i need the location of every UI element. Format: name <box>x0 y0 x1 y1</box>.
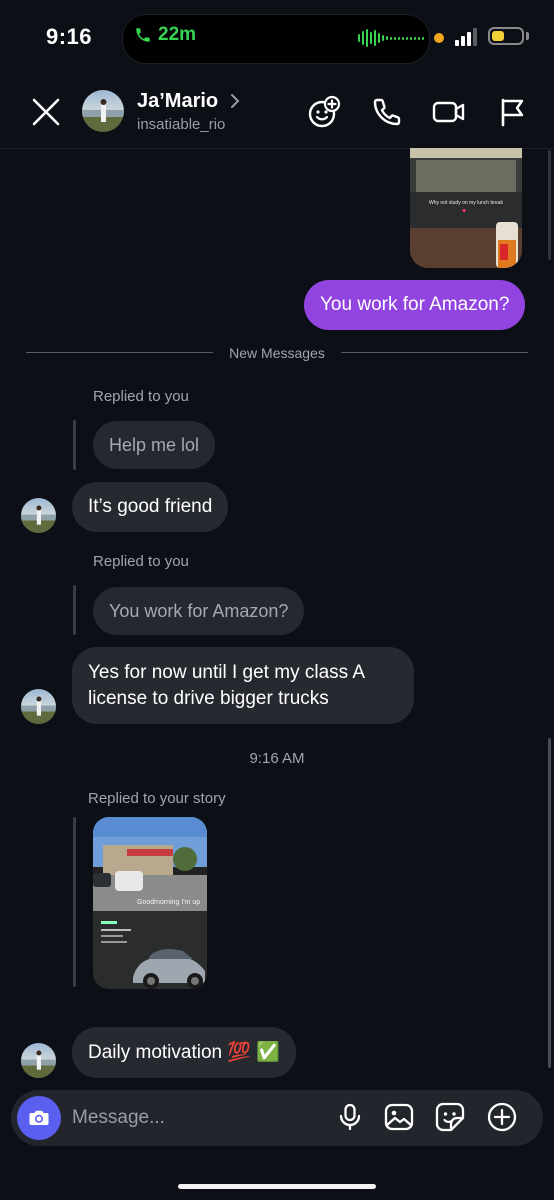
image-icon <box>384 1103 414 1131</box>
gallery-button[interactable] <box>381 1099 417 1135</box>
incoming-message[interactable]: It’s good friend <box>72 482 229 532</box>
quoted-message[interactable]: You work for Amazon? <box>93 587 305 635</box>
emoji-sticker: ♥ <box>462 208 467 215</box>
plus-circle-icon <box>487 1102 517 1132</box>
call-duration: 22m <box>158 24 197 45</box>
audio-wave-icon <box>358 28 424 48</box>
flag-icon <box>501 98 524 127</box>
replied-to-you-label: Replied to you <box>93 388 189 405</box>
incoming-message[interactable]: Daily motivation 💯 ✅ <box>72 1027 296 1078</box>
photo-caption: Why not study on my lunch break <box>429 200 503 206</box>
contact-name[interactable]: Ja’Mario <box>137 90 218 113</box>
avatar[interactable] <box>21 689 56 724</box>
battery-icon <box>488 27 524 45</box>
quoted-message[interactable]: Help me lol <box>93 421 216 469</box>
phone-icon <box>136 28 150 42</box>
battery-cap <box>526 32 529 40</box>
cellular-signal-icon <box>455 28 477 46</box>
message-text: Yes for now until I get my class A licen… <box>88 661 364 709</box>
sticker-button[interactable] <box>432 1099 468 1135</box>
close-button[interactable] <box>30 96 62 133</box>
audio-call-button[interactable] <box>369 94 405 130</box>
replied-to-you-label: Replied to you <box>93 553 189 570</box>
sticker-icon <box>435 1102 465 1132</box>
home-indicator[interactable] <box>178 1184 376 1189</box>
avatar[interactable] <box>82 90 124 132</box>
camera-icon <box>29 1110 49 1125</box>
contact-username[interactable]: insatiable_rio <box>137 116 225 133</box>
reply-bar <box>73 817 76 987</box>
story-thumbnail[interactable]: Goodmorning I'm up <box>93 817 207 989</box>
camera-button[interactable] <box>17 1096 61 1140</box>
close-icon <box>32 98 60 126</box>
sent-photo[interactable]: Why not study on my lunch break ♥ <box>410 148 522 268</box>
outgoing-message[interactable]: You work for Amazon? <box>304 280 526 330</box>
scrollbar[interactable] <box>548 738 551 1068</box>
new-messages-label: New Messages <box>229 345 325 361</box>
scrollbar-track <box>548 150 551 260</box>
video-camera-icon <box>432 101 465 123</box>
timestamp: 9:16 AM <box>249 750 305 767</box>
message-input[interactable] <box>72 1106 322 1130</box>
call-indicator[interactable]: 22m <box>134 24 196 46</box>
incoming-message[interactable]: Yes for now until I get my class A licen… <box>72 647 414 724</box>
chevron-right-icon[interactable] <box>230 93 240 114</box>
avatar[interactable] <box>21 1043 56 1078</box>
voice-message-button[interactable] <box>332 1099 368 1135</box>
report-button[interactable] <box>494 94 530 130</box>
phone-icon <box>373 98 401 126</box>
story-caption: Goodmorning I'm up <box>137 899 201 906</box>
more-options-button[interactable] <box>484 1099 520 1135</box>
status-time: 9:16 <box>46 24 93 49</box>
reply-bar <box>73 585 76 635</box>
avatar[interactable] <box>21 498 56 533</box>
video-call-button[interactable] <box>431 94 467 130</box>
reply-bar <box>73 420 76 470</box>
face-effects-icon <box>308 95 341 128</box>
microphone-icon <box>339 1103 361 1131</box>
replied-to-story-label: Replied to your story <box>88 790 226 807</box>
camera-indicator-dot <box>434 33 444 43</box>
effects-button[interactable] <box>306 94 342 130</box>
